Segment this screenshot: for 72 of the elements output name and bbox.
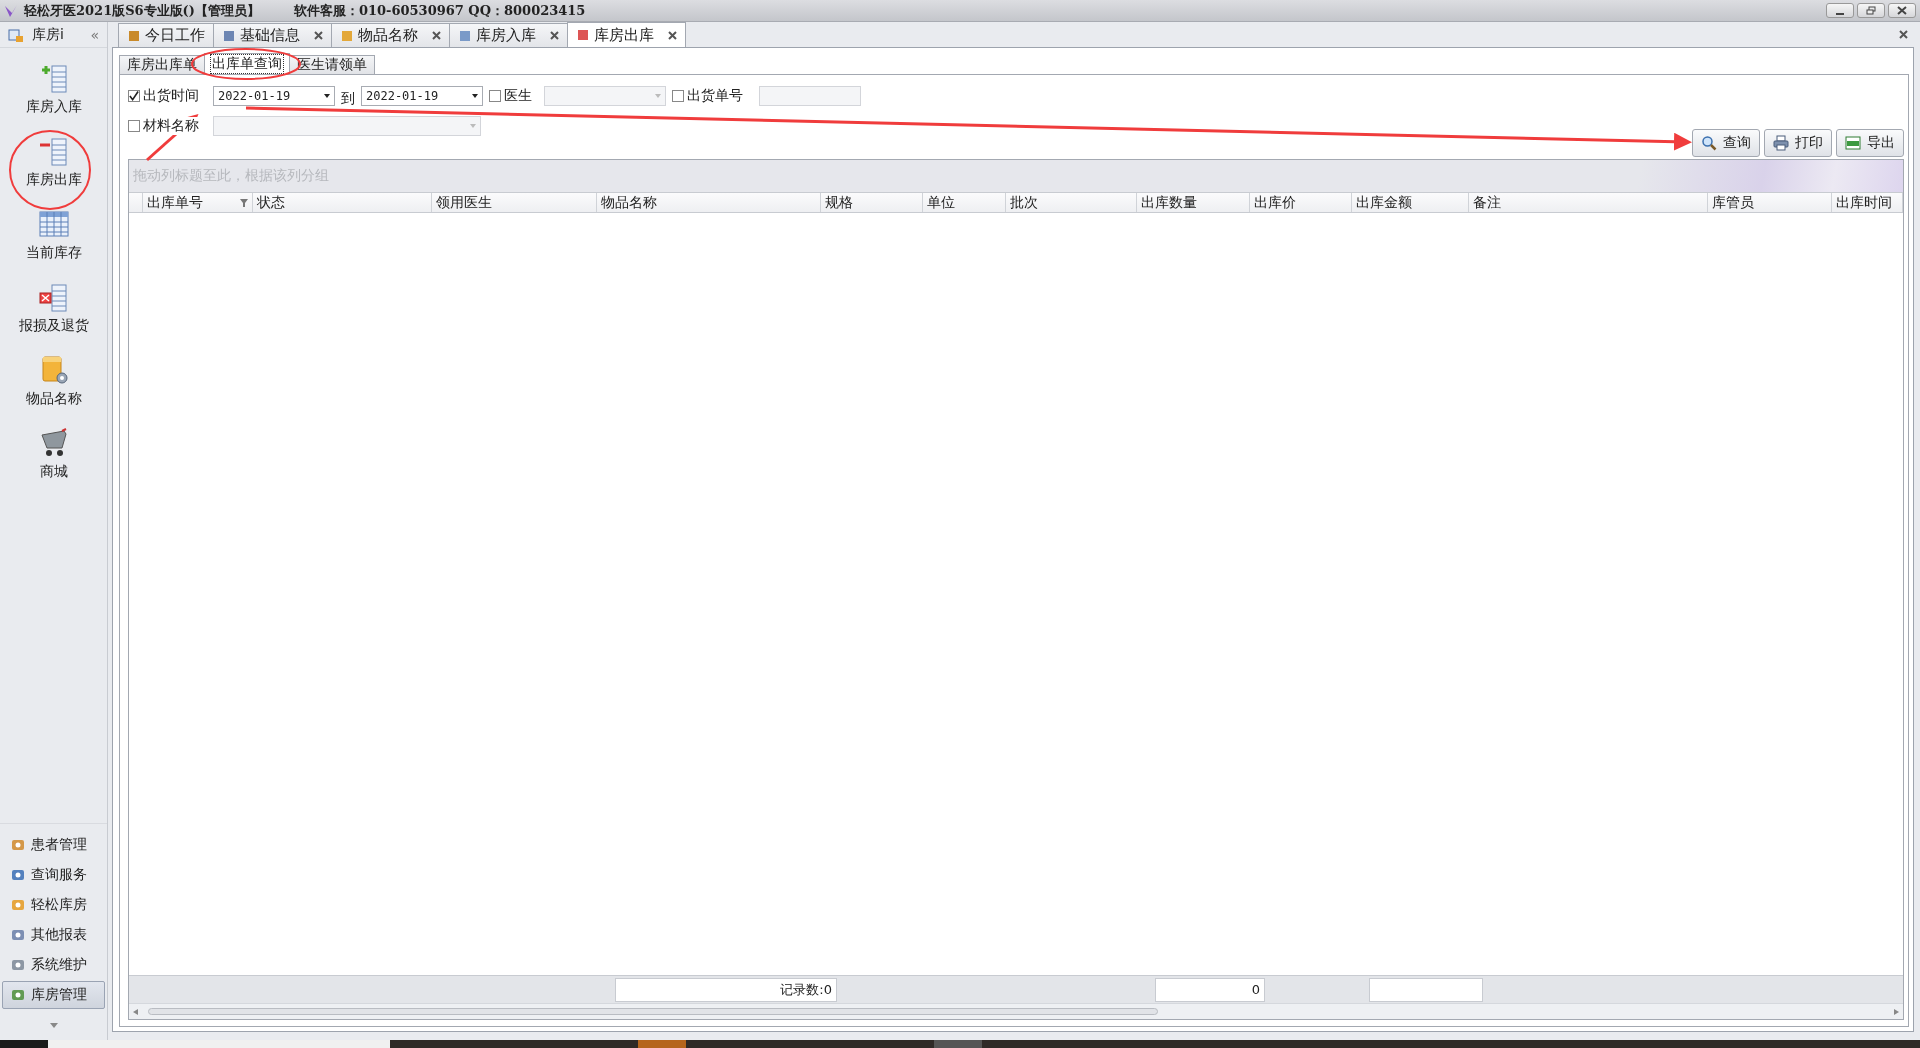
toolbar-button[interactable]: 查询 [1692, 129, 1760, 157]
date-field[interactable]: 2022-01-19 [213, 86, 335, 106]
filter-icon[interactable] [240, 198, 248, 207]
nav-item[interactable]: 系统维护 [2, 951, 105, 979]
column-header[interactable]: 单位 [923, 193, 1006, 212]
column-header[interactable]: 状态 [253, 193, 432, 212]
minimize-button[interactable] [1826, 3, 1854, 18]
document-tab[interactable]: 基础信息 [213, 23, 332, 47]
nav-item[interactable]: 其他报表 [2, 921, 105, 949]
nav-item[interactable]: 患者管理 [2, 831, 105, 859]
column-header[interactable]: 规格 [821, 193, 923, 212]
filter-label: 出货时间 [143, 87, 199, 105]
document-tab[interactable]: 物品名称 [331, 23, 450, 47]
support-info: 软件客服：010-60530967 QQ：800023415 [293, 1, 586, 20]
number-field[interactable] [759, 86, 861, 106]
module-item[interactable]: 报损及退货 [0, 271, 107, 344]
column-header[interactable]: 库管员 [1708, 193, 1832, 212]
scroll-right-icon[interactable] [1894, 1008, 1899, 1015]
close-icon[interactable] [1899, 30, 1908, 39]
filter-label: 出货单号 [687, 87, 743, 105]
date-field[interactable]: 2022-01-19 [361, 86, 483, 106]
document-tab[interactable]: 库房入库 [449, 23, 568, 47]
close-icon [1897, 6, 1907, 15]
window-title: 轻松牙医2021版S6专业版()【管理员】 [24, 1, 260, 20]
filter-label: 医生 [504, 87, 532, 105]
chevron-down-icon[interactable] [49, 1022, 58, 1028]
nav-item[interactable]: 库房管理 [2, 981, 105, 1009]
horizontal-scrollbar[interactable] [129, 1003, 1903, 1019]
column-header[interactable]: 备注 [1469, 193, 1708, 212]
close-icon[interactable] [550, 31, 559, 40]
module-item[interactable]: 库房入库 [0, 52, 107, 125]
module-item[interactable]: 库房出库 [0, 125, 107, 198]
collapse-button[interactable]: « [90, 26, 99, 43]
summary-cell: 0 [1155, 977, 1265, 1002]
close-icon[interactable] [668, 30, 677, 40]
checkbox[interactable] [128, 120, 140, 132]
column-header[interactable]: 批次 [1006, 193, 1137, 212]
column-header[interactable]: 出库时间 [1832, 193, 1903, 212]
tooth-logo-icon [4, 3, 18, 18]
scroll-left-icon[interactable] [133, 1008, 138, 1015]
column-header[interactable]: 出库单号 [143, 193, 253, 212]
module-item[interactable]: 当前库存 [0, 198, 107, 271]
search-icon [1701, 135, 1717, 151]
sidebar-title: 库房i [32, 25, 64, 44]
column-header[interactable]: 出库金额 [1352, 193, 1469, 212]
close-icon[interactable] [432, 31, 441, 40]
range-label: 到 [341, 90, 355, 108]
nav-item[interactable]: 轻松库房 [2, 891, 105, 919]
spreadsheet-icon [1845, 135, 1861, 151]
close-icon[interactable] [314, 31, 323, 40]
column-header[interactable]: 出库数量 [1137, 193, 1250, 212]
module-item[interactable]: 商城 [0, 417, 107, 490]
toolbar-button[interactable]: 导出 [1836, 129, 1904, 157]
checkbox[interactable] [489, 90, 501, 102]
module-item[interactable]: 物品名称 [0, 344, 107, 417]
minimize-icon [1836, 12, 1844, 15]
checkbox[interactable] [672, 90, 684, 102]
summary-cell: 记录数:0 [615, 977, 837, 1002]
document-tab[interactable]: 今日工作 [118, 23, 214, 47]
toolbar-button[interactable]: 打印 [1764, 129, 1832, 157]
restore-icon [1866, 6, 1876, 15]
filter-label: 材料名称 [143, 117, 199, 135]
column-header[interactable]: 出库价 [1250, 193, 1352, 212]
close-button[interactable] [1888, 3, 1916, 18]
sub-tab[interactable]: 出库单查询 [204, 53, 290, 74]
printer-icon [1773, 135, 1789, 151]
checkbox[interactable] [128, 90, 140, 102]
nav-item[interactable]: 查询服务 [2, 861, 105, 889]
document-tab[interactable]: 库房出库 [567, 22, 686, 47]
column-header[interactable]: 物品名称 [597, 193, 821, 212]
column-header[interactable]: 领用医生 [432, 193, 597, 212]
restore-button[interactable] [1857, 3, 1885, 18]
